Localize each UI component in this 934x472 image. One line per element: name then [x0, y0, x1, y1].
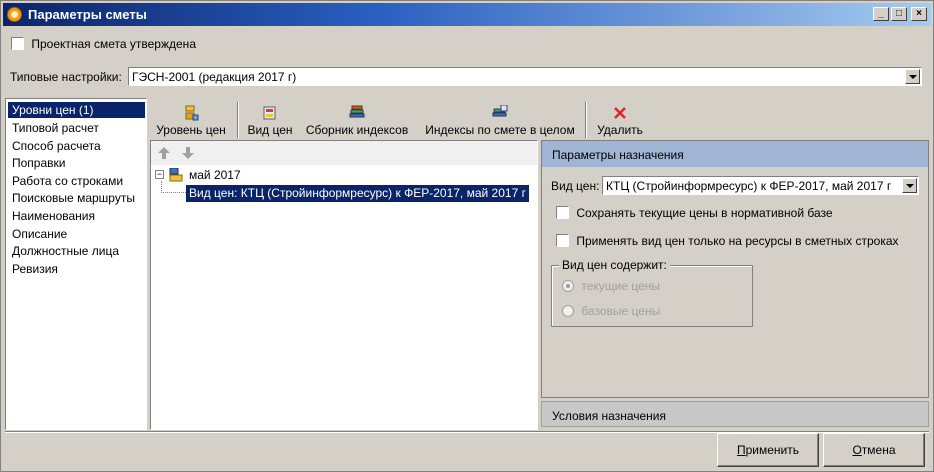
toolbar-separator — [237, 102, 239, 138]
estimate-indices-label: Индексы по смете в целом — [425, 123, 575, 137]
price-kind-icon — [263, 106, 276, 120]
price-level-node-icon — [169, 168, 183, 182]
assignment-conditions-header[interactable]: Условия назначения — [541, 401, 929, 427]
price-kind-combobox-value: КТЦ (Стройинформресурс) к ФЕР-2017, май … — [606, 179, 892, 193]
move-down-icon[interactable] — [181, 146, 195, 160]
assignment-params-header[interactable]: Параметры назначения — [542, 141, 928, 167]
nav-item-typical-calc[interactable]: Типовой расчет — [12, 120, 99, 136]
minimize-button[interactable]: _ — [873, 7, 889, 21]
chevron-down-icon[interactable] — [902, 178, 917, 193]
save-current-prices-checkbox[interactable] — [556, 206, 569, 220]
approved-checkbox-label: Проектная смета утверждена — [31, 36, 196, 51]
current-prices-radio[interactable] — [562, 279, 574, 292]
preset-combobox[interactable]: ГЭСН-2001 (редакция 2017 г) — [128, 67, 922, 86]
add-price-kind-button[interactable]: Вид цен — [244, 101, 296, 141]
approved-checkbox-row[interactable]: Проектная смета утверждена — [11, 36, 196, 51]
apply-only-resources-row[interactable]: Применять вид цен только на ресурсы в см… — [556, 233, 899, 248]
delete-icon — [614, 107, 626, 119]
price-level-tree: − май 2017 Вид цен: КТЦ (Стройинформресу… — [150, 140, 538, 430]
nav-item-revision[interactable]: Ревизия — [12, 261, 58, 277]
tree-line — [161, 192, 186, 193]
current-prices-option[interactable]: текущие цены — [562, 278, 660, 293]
title-bar[interactable]: Параметры сметы _ □ × — [3, 3, 931, 26]
price-level-label: Уровень цен — [156, 123, 226, 137]
dialog-window: Параметры сметы _ □ × Проектная смета ут… — [0, 0, 934, 472]
apply-label: рименить — [745, 443, 799, 457]
cancel-accel: О — [852, 443, 862, 457]
tree-toolbar — [151, 141, 537, 165]
tree-child-item[interactable]: Вид цен: КТЦ (Стройинформресурс) к ФЕР-2… — [186, 185, 529, 202]
price-level-icon — [185, 105, 199, 121]
chevron-down-icon[interactable] — [905, 69, 920, 84]
approved-checkbox[interactable] — [11, 37, 24, 51]
save-current-prices-row[interactable]: Сохранять текущие цены в нормативной баз… — [556, 205, 833, 220]
cancel-button[interactable]: Отмена — [823, 433, 925, 467]
apply-button[interactable]: Применить — [717, 433, 819, 467]
current-prices-label: текущие цены — [581, 278, 661, 293]
cancel-label: тмена — [861, 443, 896, 457]
tree-collapse-toggle[interactable]: − — [155, 170, 164, 179]
apply-only-resources-checkbox[interactable] — [556, 234, 569, 248]
apply-accel: П — [736, 443, 746, 457]
apply-only-resources-label: Применять вид цен только на ресурсы в см… — [576, 233, 899, 248]
nav-item-corrections[interactable]: Поправки — [12, 155, 65, 171]
price-kind-label: Вид цен — [247, 123, 293, 137]
delete-label: Удалить — [597, 123, 643, 137]
index-collection-button[interactable]: Сборник индексов — [303, 101, 411, 141]
nav-item-calc-method[interactable]: Способ расчета — [12, 138, 101, 154]
price-kind-combobox[interactable]: КТЦ (Стройинформресурс) к ФЕР-2017, май … — [602, 176, 919, 195]
base-prices-option[interactable]: базовые цены — [562, 303, 660, 318]
index-collection-label: Сборник индексов — [305, 123, 409, 137]
add-price-level-button[interactable]: Уровень цен — [151, 101, 231, 141]
preset-label: Типовые настройки: — [10, 70, 122, 84]
base-prices-label: базовые цены — [581, 303, 661, 318]
close-button[interactable]: × — [911, 7, 927, 21]
window-title: Параметры сметы — [28, 7, 147, 22]
nav-item-names[interactable]: Наименования — [12, 208, 95, 224]
books-icon — [349, 105, 365, 118]
nav-item-officials[interactable]: Должностные лица — [12, 243, 119, 259]
tree-root-label[interactable]: май 2017 — [189, 168, 241, 182]
move-up-icon[interactable] — [157, 146, 171, 160]
nav-item-description[interactable]: Описание — [12, 226, 67, 242]
preset-value: ГЭСН-2001 (редакция 2017 г) — [132, 70, 297, 84]
base-prices-radio[interactable] — [562, 304, 574, 317]
estimate-indices-button[interactable]: Индексы по смете в целом — [420, 101, 580, 141]
nav-item-search-routes[interactable]: Поисковые маршруты — [12, 190, 135, 206]
nav-item-price-levels[interactable]: Уровни цен (1) — [8, 102, 145, 118]
maximize-button[interactable]: □ — [891, 7, 907, 21]
nav-item-row-work[interactable]: Работа со строками — [12, 173, 123, 189]
price-kind-field-label: Вид цен: — [551, 179, 600, 193]
delete-button[interactable]: Удалить — [593, 101, 647, 141]
toolbar-separator-2 — [585, 102, 587, 138]
estimate-indices-icon — [492, 105, 508, 117]
price-contents-group-label: Вид цен содержит: — [559, 258, 670, 272]
save-current-prices-label: Сохранять текущие цены в нормативной баз… — [576, 205, 833, 220]
app-icon — [7, 7, 22, 22]
settings-nav-list: Уровни цен (1) Типовой расчет Способ рас… — [5, 98, 147, 430]
